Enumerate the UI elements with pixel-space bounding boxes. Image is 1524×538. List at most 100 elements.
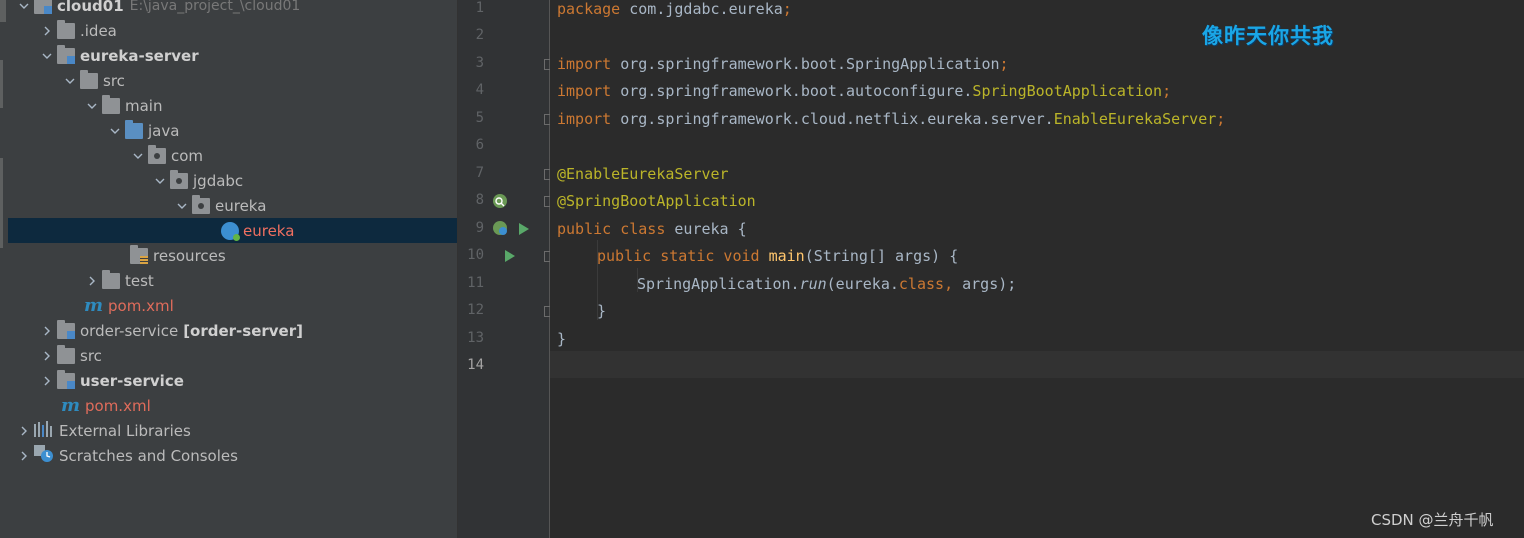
tree-row-scratches[interactable]: Scratches and Consoles	[8, 443, 457, 468]
package-icon	[170, 169, 188, 189]
chevron-down-icon[interactable]	[64, 68, 76, 93]
folder-icon	[80, 69, 98, 89]
tree-label: user-service	[80, 371, 184, 390]
project-tool-tab[interactable]	[0, 0, 6, 22]
resources-folder-icon	[130, 244, 148, 264]
bookmarks-tool-tab[interactable]	[0, 158, 3, 248]
code-line-3[interactable]: import org.springframework.boot.SpringAp…	[557, 51, 1009, 77]
chevron-right-icon[interactable]	[41, 343, 53, 368]
chevron-right-icon[interactable]	[18, 443, 30, 468]
project-path: E:\java_project_\cloud01	[129, 0, 301, 14]
tree-label: eureka	[215, 196, 267, 215]
scratches-icon	[34, 444, 54, 467]
tree-row-external-libraries[interactable]: External Libraries	[8, 418, 457, 443]
structure-tool-tab[interactable]	[0, 60, 3, 108]
code-line-5[interactable]: import org.springframework.cloud.netflix…	[557, 106, 1225, 132]
code-line-12[interactable]: }	[597, 298, 606, 324]
current-line-highlight	[550, 351, 1524, 378]
tree-row-src[interactable]: src	[8, 68, 457, 93]
tree-row-idea[interactable]: .idea	[8, 18, 457, 43]
line-number: 1	[475, 0, 484, 16]
tree-row-pom-root[interactable]: m pom.xml	[8, 393, 457, 418]
tree-row-com[interactable]: com	[8, 143, 457, 168]
spring-bean-icon[interactable]	[491, 192, 509, 214]
editor-gutter: 1 2 3 4 5 6 7 8 9 10 11 12 13 14	[458, 0, 555, 538]
tree-label: pom.xml	[85, 396, 151, 415]
line-number: 2	[475, 27, 484, 43]
code-line-7[interactable]: @EnableEurekaServer	[557, 161, 729, 187]
package-icon	[148, 144, 166, 164]
tree-row-eureka-server[interactable]: eureka-server	[8, 43, 457, 68]
chevron-right-icon[interactable]	[41, 318, 53, 343]
tree-row-resources[interactable]: resources	[8, 243, 457, 268]
line-number: 7	[475, 165, 484, 181]
line-number: 9	[475, 220, 484, 236]
code-line-8[interactable]: @SpringBootApplication	[557, 188, 756, 214]
chevron-down-icon[interactable]	[41, 43, 53, 68]
tree-label: src	[80, 346, 102, 365]
source-folder-icon	[125, 119, 143, 139]
line-number: 13	[467, 330, 484, 346]
tree-row-cloud01[interactable]: cloud01 E:\java_project_\cloud01	[8, 0, 457, 18]
chevron-right-icon[interactable]	[41, 368, 53, 393]
chevron-down-icon[interactable]	[154, 168, 166, 193]
line-number: 5	[475, 110, 484, 126]
tree-label: jgdabc	[193, 171, 244, 190]
module-folder-icon	[34, 0, 52, 14]
chevron-right-icon[interactable]	[18, 418, 30, 443]
package-icon	[192, 194, 210, 214]
code-line-11[interactable]: SpringApplication.run(eureka.class, args…	[637, 271, 1016, 297]
line-number: 8	[475, 192, 484, 208]
chevron-down-icon[interactable]	[132, 143, 144, 168]
maven-icon: m	[84, 295, 104, 316]
chevron-down-icon[interactable]	[86, 93, 98, 118]
run-icon[interactable]	[518, 221, 530, 240]
chevron-down-icon[interactable]	[176, 193, 188, 218]
code-editor[interactable]: package com.jgdabc.eureka; import org.sp…	[550, 0, 1524, 538]
code-line-13[interactable]: }	[557, 326, 566, 352]
tree-label: main	[125, 96, 163, 115]
line-number: 12	[467, 302, 484, 318]
tree-label: order-service	[80, 321, 179, 340]
tree-row-user-service[interactable]: user-service	[8, 368, 457, 393]
folder-icon	[102, 269, 120, 289]
run-icon[interactable]	[504, 248, 516, 267]
spring-boot-class-icon	[221, 221, 240, 241]
tree-label: java	[148, 121, 180, 140]
tree-row-jgdabc[interactable]: jgdabc	[8, 168, 457, 193]
tree-label: resources	[153, 246, 226, 265]
spring-boot-icon[interactable]	[491, 219, 509, 241]
tree-label: cloud01	[57, 0, 124, 15]
module-folder-icon	[57, 44, 75, 64]
chevron-down-icon[interactable]	[109, 118, 121, 143]
tree-row-pom-eureka[interactable]: m pom.xml	[8, 293, 457, 318]
line-number-current: 14	[467, 357, 484, 373]
tree-row-eureka-package[interactable]: eureka	[8, 193, 457, 218]
folder-icon	[57, 344, 75, 364]
tree-row-src-root[interactable]: src	[8, 343, 457, 368]
chevron-down-icon[interactable]	[18, 0, 30, 18]
code-line-1[interactable]: package com.jgdabc.eureka;	[557, 0, 792, 22]
code-line-10[interactable]: public static void main(String[] args) {	[597, 243, 958, 269]
tree-row-test[interactable]: test	[8, 268, 457, 293]
tree-label: test	[125, 271, 154, 290]
code-line-4[interactable]: import org.springframework.boot.autoconf…	[557, 78, 1171, 104]
tree-label: pom.xml	[108, 296, 174, 315]
tree-label: eureka-server	[80, 46, 199, 65]
tree-row-main[interactable]: main	[8, 93, 457, 118]
libraries-icon	[34, 420, 54, 441]
tree-row-java[interactable]: java	[8, 118, 457, 143]
line-number: 3	[475, 55, 484, 71]
tree-label: Scratches and Consoles	[59, 446, 238, 465]
chevron-right-icon[interactable]	[86, 268, 98, 293]
line-number: 11	[467, 275, 484, 291]
project-tree-panel: cloud01 E:\java_project_\cloud01 .idea e…	[8, 0, 458, 538]
tree-row-eureka-class[interactable]: eureka	[8, 218, 457, 243]
tree-label: eureka	[243, 221, 295, 240]
code-line-9[interactable]: public class eureka {	[557, 216, 747, 242]
chevron-right-icon[interactable]	[41, 18, 53, 43]
tree-row-order-service[interactable]: order-service [order-server]	[8, 318, 457, 343]
tree-label: External Libraries	[59, 421, 191, 440]
tree-label: com	[171, 146, 204, 165]
module-folder-icon	[57, 319, 75, 339]
